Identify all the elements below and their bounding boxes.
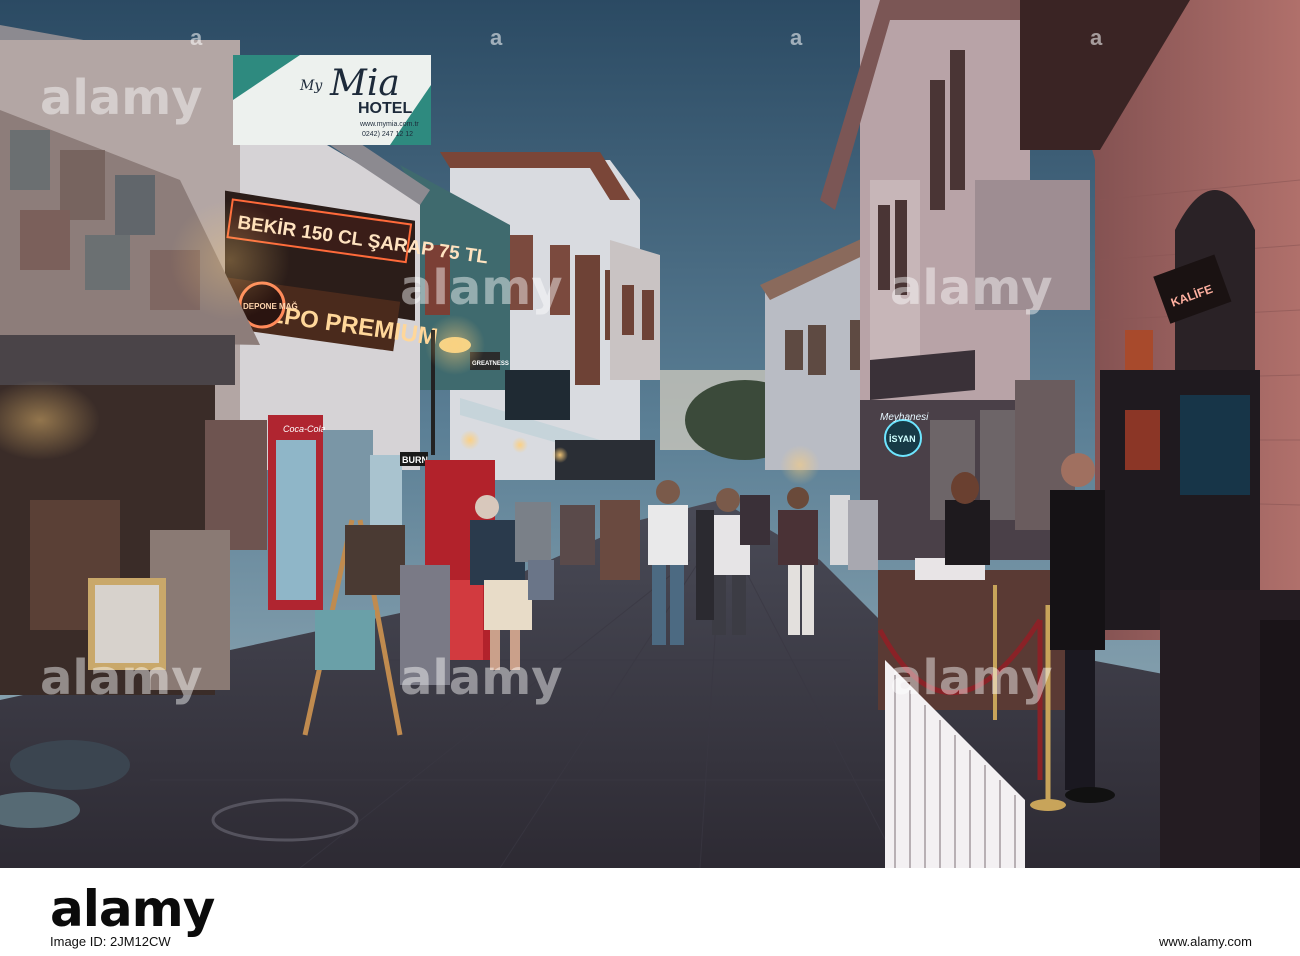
svg-text:Mia: Mia <box>329 63 400 104</box>
svg-text:0242) 247 12 12: 0242) 247 12 12 <box>362 131 413 138</box>
image-id-label: Image ID: 2JM12CW <box>50 934 171 949</box>
watermark-mark: a <box>790 25 803 50</box>
svg-text:Coca-Cola: Coca-Cola <box>283 424 326 434</box>
watermark-logo: alamy <box>890 650 1053 706</box>
watermark-logo: alamy <box>40 650 203 706</box>
watermark-logo: alamy <box>400 260 563 316</box>
svg-text:Meyhanesi: Meyhanesi <box>880 412 929 423</box>
svg-text:BURN: BURN <box>402 455 428 465</box>
watermark-logo: alamy <box>400 650 563 706</box>
svg-text:www.mymia.com.tr: www.mymia.com.tr <box>359 121 419 128</box>
svg-text:İSYAN: İSYAN <box>889 434 916 444</box>
svg-text:My: My <box>299 78 323 94</box>
alamy-logo[interactable]: alamy <box>50 880 215 938</box>
watermark-logo: alamy <box>40 70 203 126</box>
street-photo: BEKİR 150 CL ŞARAP 75 TL DEPO PREMIUM DE… <box>0 0 1300 868</box>
watermark-mark: a <box>1090 25 1103 50</box>
hotel-sign: My Mia HOTEL www.mymia.com.tr 0242) 247 … <box>233 55 431 145</box>
watermark-logo: alamy <box>890 260 1053 316</box>
svg-text:HOTEL: HOTEL <box>358 100 412 117</box>
alamy-url-link[interactable]: www.alamy.com <box>1159 934 1252 949</box>
watermark-mark: a <box>190 25 203 50</box>
watermark-mark: a <box>490 25 503 50</box>
